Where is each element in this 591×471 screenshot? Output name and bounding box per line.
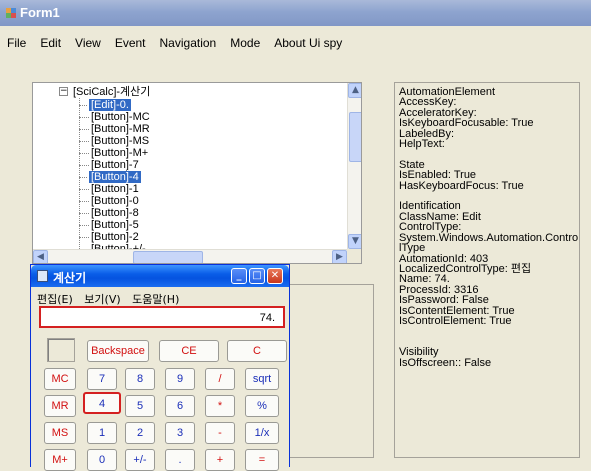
calc-menu-view[interactable]: 보기(V)	[84, 293, 120, 306]
menu-navigation[interactable]: Navigation	[153, 32, 224, 54]
button-key-2-1[interactable]: 2	[125, 422, 155, 444]
app-icon	[6, 8, 16, 18]
close-icon[interactable]: ✕	[267, 268, 283, 284]
tree-item[interactable]: [Button]-MC	[89, 111, 152, 123]
form-title-bar[interactable]: Form1	[0, 0, 591, 26]
button-key-2-3[interactable]: -	[205, 422, 235, 444]
scroll-corner	[347, 249, 361, 263]
calculator-display[interactable]: 74.	[39, 306, 285, 328]
horizontal-scroll-thumb[interactable]	[133, 251, 203, 263]
button-key-3-4[interactable]: =	[245, 449, 279, 471]
button-key-1-4[interactable]: %	[245, 395, 279, 417]
button-key-3-2[interactable]: .	[165, 449, 195, 471]
tree-item[interactable]: [Button]-4	[88, 170, 142, 184]
button-backspace[interactable]: Backspace	[87, 340, 149, 362]
scroll-left-icon[interactable]: ◀	[33, 250, 48, 263]
tree-item[interactable]: [Button]-5	[89, 219, 141, 231]
memory-indicator	[47, 338, 75, 362]
expander-minus-icon[interactable]: −	[59, 87, 68, 96]
tree-item[interactable]: [Button]-1	[89, 183, 141, 195]
menu-view[interactable]: View	[68, 32, 108, 54]
button-key-0-4[interactable]: sqrt	[245, 368, 279, 390]
button-key-0-2[interactable]: 9	[165, 368, 195, 390]
button-key-0-0[interactable]: 7	[87, 368, 117, 390]
horizontal-scrollbar[interactable]: ◀ ▶	[33, 249, 347, 263]
tree-item[interactable]: [Button]-0	[89, 195, 141, 207]
button-memory-1[interactable]: MR	[44, 395, 76, 417]
calculator-title: 계산기	[53, 271, 87, 285]
tree-item[interactable]: [Edit]-0.	[88, 98, 132, 112]
tree-item[interactable]: [Button]-2	[89, 231, 141, 243]
button-key-1-3[interactable]: *	[205, 395, 235, 417]
menu-file[interactable]: File	[0, 32, 33, 54]
button-key-3-0[interactable]: 0	[87, 449, 117, 471]
button-memory-2[interactable]: MS	[44, 422, 76, 444]
tree-item[interactable]: [Button]-8	[89, 207, 141, 219]
calculator-menu: 편집(E) 보기(V) 도움말(H)	[37, 291, 187, 307]
menu-mode[interactable]: Mode	[223, 32, 267, 54]
menu-about[interactable]: About Ui spy	[267, 32, 349, 54]
properties-panel[interactable]: AutomationElement AccessKey: Accelerator…	[394, 82, 580, 458]
button-key-3-1[interactable]: +/-	[125, 449, 155, 471]
button-memory-0[interactable]: MC	[44, 368, 76, 390]
button-key-1-2[interactable]: 6	[165, 395, 195, 417]
button-memory-3[interactable]: M+	[44, 449, 76, 471]
button-ce[interactable]: CE	[159, 340, 219, 362]
button-key-2-4[interactable]: 1/x	[245, 422, 279, 444]
button-key-3-3[interactable]: +	[205, 449, 235, 471]
button-c[interactable]: C	[227, 340, 287, 362]
scroll-down-icon[interactable]: ▼	[348, 234, 361, 249]
tree-content: − [SciCalc]-계산기 [Edit]-0. [Button]-MC [But…	[33, 83, 347, 249]
menu-bar: File Edit View Event Navigation Mode Abo…	[0, 32, 591, 54]
button-key-1-0[interactable]: 4	[83, 392, 121, 414]
vertical-scroll-thumb[interactable]	[349, 112, 361, 162]
tree-item[interactable]: [Button]-MS	[89, 135, 151, 147]
calc-menu-edit[interactable]: 편집(E)	[37, 293, 73, 306]
button-key-2-2[interactable]: 3	[165, 422, 195, 444]
button-key-0-1[interactable]: 8	[125, 368, 155, 390]
scroll-right-icon[interactable]: ▶	[332, 250, 347, 263]
tree-item[interactable]: [Button]-MR	[89, 123, 152, 135]
tree-root[interactable]: [SciCalc]-계산기	[71, 86, 152, 98]
menu-edit[interactable]: Edit	[33, 32, 68, 54]
button-key-1-1[interactable]: 5	[125, 395, 155, 417]
vertical-scrollbar[interactable]: ▲ ▼	[347, 83, 361, 249]
maximize-icon[interactable]: □	[249, 268, 265, 284]
calculator-window[interactable]: 계산기 _ □ ✕ 편집(E) 보기(V) 도움말(H) 74. Backspa…	[30, 264, 290, 471]
window-title: Form1	[20, 5, 60, 20]
calculator-icon	[37, 270, 48, 282]
scroll-up-icon[interactable]: ▲	[348, 83, 361, 98]
properties-text: AutomationElement AccessKey: Accelerator…	[399, 86, 579, 369]
menu-event[interactable]: Event	[108, 32, 153, 54]
minimize-icon[interactable]: _	[231, 268, 247, 284]
button-key-0-3[interactable]: /	[205, 368, 235, 390]
tree-item[interactable]: [Button]-M+	[89, 147, 150, 159]
calculator-title-bar[interactable]: 계산기 _ □ ✕	[31, 265, 289, 287]
button-key-2-0[interactable]: 1	[87, 422, 117, 444]
tree-item[interactable]: [Button]-7	[89, 159, 141, 171]
element-tree-view[interactable]: − [SciCalc]-계산기 [Edit]-0. [Button]-MC [But…	[32, 82, 362, 264]
calc-menu-help[interactable]: 도움말(H)	[132, 293, 179, 306]
